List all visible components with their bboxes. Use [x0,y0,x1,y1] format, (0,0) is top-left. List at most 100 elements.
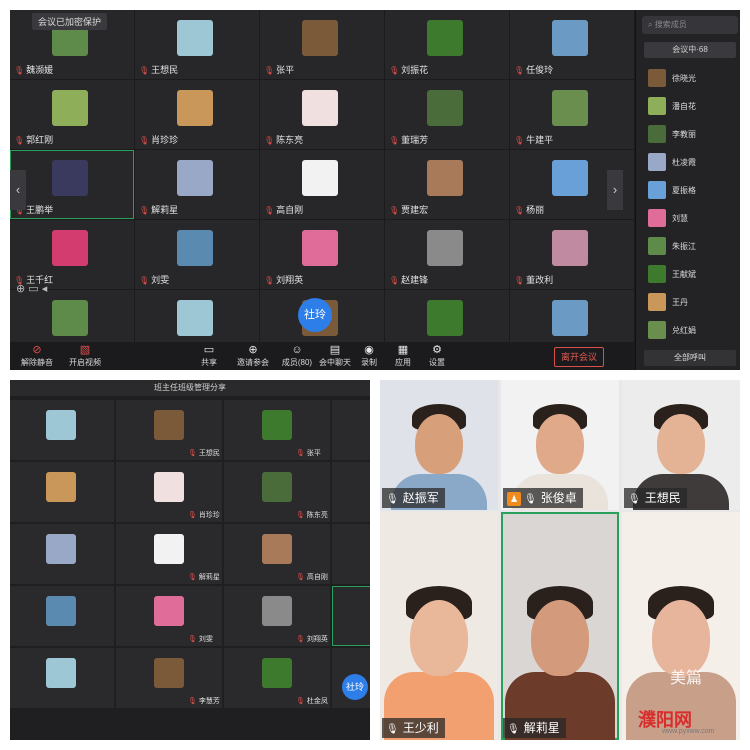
member-name: 杜凌霞 [672,158,696,167]
participant-tile[interactable]: 🎙刘振花 [385,10,509,79]
participant-tile[interactable]: 🎙 杜金凤 [224,648,330,708]
participant-tile[interactable]: 🎙 王想民 [135,10,259,79]
participant-name: 🎙 刘振花 [389,65,429,75]
participant-tile[interactable]: 🎙 王鹏举 [10,150,134,219]
participant-tile[interactable]: 🎙 董改利 [510,220,634,289]
member-search-input[interactable]: ⌕ 搜索成员 [642,16,738,34]
start-video-button[interactable]: ▧ 开启视频 [62,344,108,368]
video-name-label: 🎙 解莉星 [503,718,566,738]
video-tile[interactable]: 🎙 赵振军 [380,380,498,510]
participant-name: 🎙 郭红刚 [14,135,54,145]
share-button[interactable]: ▭ 共享 [186,344,232,368]
member-list-item[interactable]: 徐晓光 [644,68,736,88]
next-page-arrow[interactable]: › [607,170,623,210]
participant-tile[interactable]: 🎙 陈东亮 [260,80,384,149]
participant-tile[interactable]: 🎙 郭红刚 [10,80,134,149]
member-list-item[interactable]: 兑红娟 [644,320,736,340]
participant-tile[interactable]: 🎙 刘翔英 [260,220,384,289]
leave-meeting-button[interactable]: 离开会议 [554,347,604,367]
participant-avatar [262,658,292,688]
participant-avatar [177,300,213,336]
member-list-item[interactable]: 朱振江 [644,236,736,256]
participant-name: 🎙 赵建锋 [389,275,429,285]
participant-tile[interactable]: 🎙 张平 [260,10,384,79]
tab-in-meeting[interactable]: 会议中·68 [644,42,736,58]
participant-avatar [302,230,338,266]
participant-tile[interactable]: 🎙 肖珍珍 [135,80,259,149]
participant-avatar [552,160,588,196]
mic-muted-icon: 🎙 [296,450,305,457]
meeting-window-gallery: 会议已加密保护 ‹ › ⊕ ▭ ◂ 🎙 魏濒媛 🎙 王想民 🎙 张平 🎙 刘振花 🎙 任俊玲 🎙 郭红… [10,10,740,370]
participant-tile[interactable]: 🎙 肖珍珍 [116,462,222,522]
video-tile[interactable]: 🎙 王少利 [380,512,498,740]
member-name: 王献斌 [672,270,696,279]
participant-avatar [427,230,463,266]
host-avatar-small[interactable]: 社玲 [342,674,368,700]
member-avatar [648,265,666,283]
member-avatar [648,125,666,143]
grid-layout-icon[interactable]: ⊕ ▭ ◂ [16,282,47,295]
host-icon: ♟ [507,491,521,506]
member-list-item[interactable]: 刘慧 [644,208,736,228]
invite-button[interactable]: ⊕ 邀请参会 [230,344,276,368]
mic-muted-icon: 🎙 [188,574,197,581]
participant-avatar [427,300,463,336]
mic-muted-icon: 🎙 [188,636,197,643]
member-list-item[interactable]: 杜凌霞 [644,152,736,172]
share-title: 班主任班级管理分享 [10,380,370,396]
participant-tile[interactable]: 🎙赵建锋 [385,220,509,289]
participant-tile[interactable]: 🎙 刘翔英 [224,586,330,646]
member-name: 李教丽 [672,130,696,139]
participant-tile[interactable]: 🎙 解莉星 [135,150,259,219]
participant-tile[interactable]: 🎙 高自刚 [260,150,384,219]
video-name-label: 🎙 赵振军 [382,488,445,508]
member-list-item[interactable]: 潘自花 [644,96,736,116]
settings-button[interactable]: ⚙ 设置 [414,344,460,368]
video-tile[interactable]: 🎙 王想民 [622,380,740,510]
host-avatar[interactable]: 社玲 [298,298,332,332]
mic-icon: 🎙 [386,724,399,735]
call-all-button[interactable]: 全部呼叫 [644,350,736,366]
participant-tile[interactable]: 🎙 陈东亮 [224,462,330,522]
member-list-item[interactable]: 夏振格 [644,180,736,200]
participant-tile[interactable]: 🎙贾建宏 [332,524,370,584]
participant-tile[interactable]: 🎙 王想民 [116,400,222,460]
participant-tile[interactable] [10,648,114,708]
video-tile[interactable]: 🎙 解莉星 [501,512,619,740]
participant-tile[interactable] [10,400,114,460]
person-face [415,414,463,474]
participant-tile[interactable] [10,586,114,646]
participant-name: 🎙 高自刚 [264,205,304,215]
member-list-item[interactable]: 王献斌 [644,264,736,284]
participant-avatar [262,472,292,502]
participant-tile[interactable]: 🎙贾建宏 [385,150,509,219]
participant-tile[interactable]: 🎙董瑞芳 [385,80,509,149]
meeting-toolbar: ⊘ 解除静音 ▧ 开启视频 ▭ 共享 ⊕ 邀请参会 ☺ 成员(80) ▤ 会中聊天 ◉ 录制 … [10,342,635,370]
member-avatar [648,69,666,87]
participant-tile[interactable]: 🎙 高自刚 [224,524,330,584]
unmute-button[interactable]: ⊘ 解除静音 [14,344,60,368]
participant-tile[interactable] [10,462,114,522]
participant-name: 🎙 杜金凤 [296,698,328,705]
participant-tile[interactable]: 🎙 牛建平 [510,80,634,149]
mic-icon: 🎙 [507,724,520,735]
participant-tile[interactable]: 🎙 任俊玲 [510,10,634,79]
participant-tile[interactable]: 🎙赵建锋 [332,586,370,646]
member-list-item[interactable]: 李教丽 [644,124,736,144]
video-tile[interactable]: ♟ 🎙 张俊卓 [501,380,619,510]
participant-tile[interactable]: 🎙 王千红 [10,220,134,289]
participant-tile[interactable]: 🎙 张平 [224,400,330,460]
participant-tile[interactable]: 🎙刘振花 [332,400,370,460]
participant-name: 🎙 董改利 [514,275,554,285]
mic-muted-icon: 🎙 [514,276,525,285]
prev-page-arrow[interactable]: ‹ [10,170,26,210]
participant-tile[interactable]: 🎙 刘雯 [116,586,222,646]
participant-tile[interactable]: 🎙董瑞芳 [332,462,370,522]
participant-tile[interactable] [10,524,114,584]
mic-muted-icon: 🎙 [514,66,525,75]
participant-tile[interactable]: 🎙 解莉星 [116,524,222,584]
participant-tile[interactable]: 🎙 刘雯 [135,220,259,289]
participant-tile[interactable]: 🎙 李慧芳 [116,648,222,708]
member-name: 潘自花 [672,102,696,111]
member-list-item[interactable]: 王丹 [644,292,736,312]
